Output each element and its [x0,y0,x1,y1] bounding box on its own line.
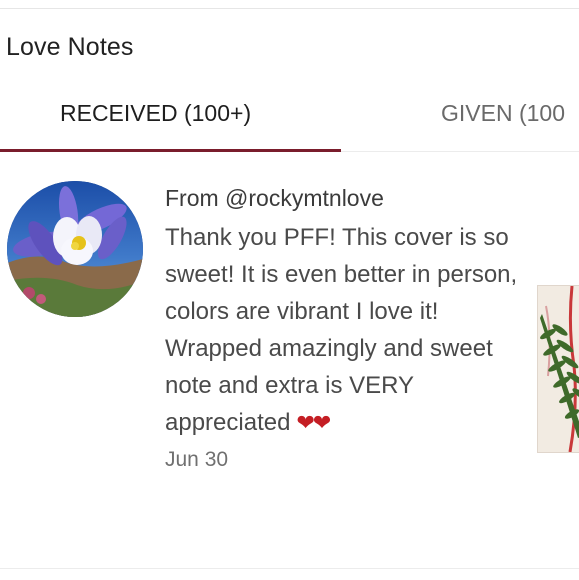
active-tab-indicator [0,149,341,152]
tab-bar: RECEIVED (100+) GIVEN (100 [0,90,579,152]
bottom-divider [0,568,579,569]
page-title: Love Notes [6,33,134,61]
avatar[interactable] [7,181,143,317]
tab-given[interactable]: GIVEN (100 [441,100,565,127]
hearts-emoji: ❤❤ [296,410,331,435]
note-body: Thank you PFF! This cover is so sweet! I… [165,219,525,441]
columbine-flower-avatar-image [7,181,143,317]
note-date: Jun 30 [165,448,229,471]
note-text: Thank you PFF! This cover is so sweet! I… [165,224,518,436]
note-sender[interactable]: From @rockymtnlove [165,180,525,216]
tab-received[interactable]: RECEIVED (100+) [60,100,251,127]
fern-cover-thumbnail-image [538,286,579,452]
love-note: From @rockymtnlove Thank you PFF! This c… [165,180,525,475]
listing-thumbnail[interactable] [537,285,579,453]
top-divider [0,8,579,9]
